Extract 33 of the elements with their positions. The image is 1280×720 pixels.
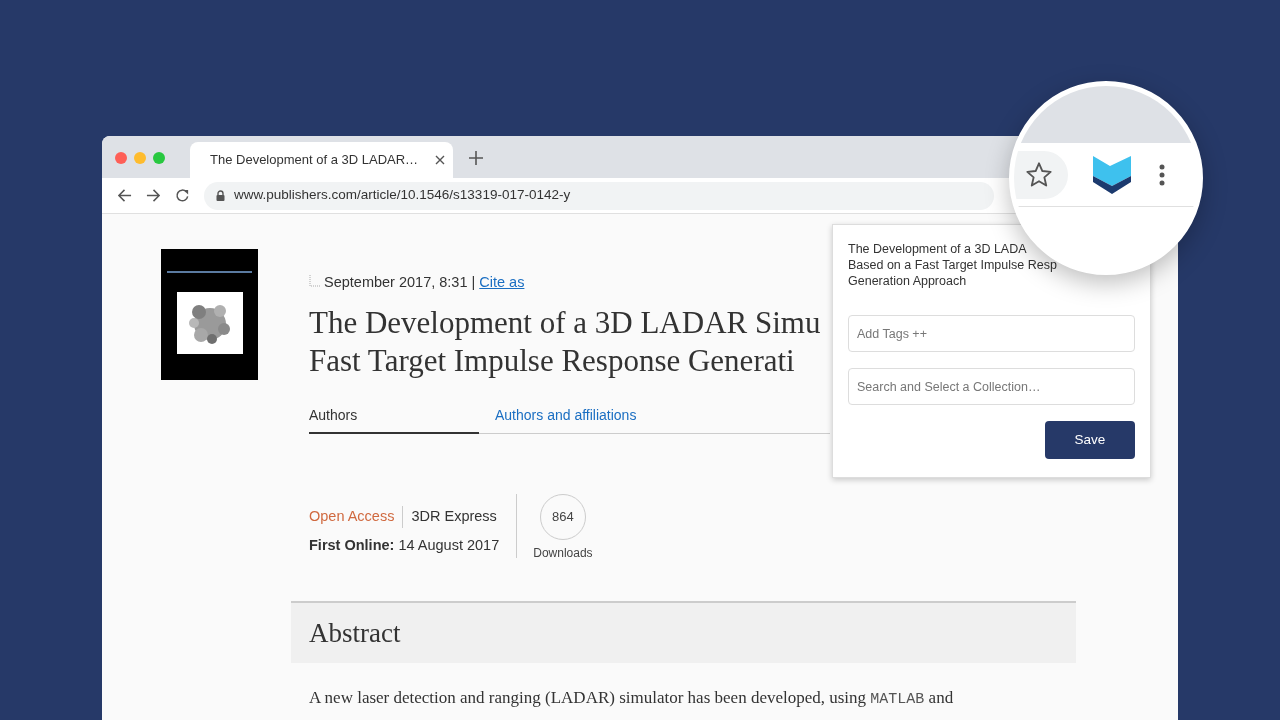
journal-name: 3DR Express [410,506,497,526]
article-title-line: The Development of a 3D LADAR Simu [309,303,821,342]
popup-title-line: The Development of a 3D LADA [848,241,1028,257]
tags-field[interactable]: Add Tags ++ [848,315,1135,352]
lock-icon [216,190,225,201]
back-icon[interactable] [117,188,132,203]
cite-link[interactable]: Cite as [479,272,525,294]
more-icon[interactable] [1159,163,1165,186]
url-text: www.publishers.com/article/10.1546/s13319-017-0142-y [234,186,571,205]
close-icon[interactable] [435,155,445,165]
collection-field[interactable]: Search and Select a Collection… [848,368,1135,405]
corner-icon [309,274,321,287]
browser-tab[interactable]: The Development of a 3D LADAR… [190,142,453,178]
separator: | [471,273,476,292]
downloads-label: Downloads [533,544,593,562]
popup-title-line: Based on a Fast Target Impulse Resp [848,257,1058,273]
save-button[interactable]: Save [1045,421,1135,459]
abstract-heading: Abstract [309,616,401,650]
tab-title: The Development of a 3D LADAR… [210,151,420,170]
tab[interactable]: Authors and affiliations [495,404,637,434]
access-label: Open Access [309,505,404,528]
address-bar[interactable]: www.publishers.com/article/10.1546/s13319-017-0142-y [204,181,994,210]
tab[interactable]: Authors [309,404,479,434]
popup-title-line: Generation Approach [848,273,968,289]
logo-icon[interactable] [1093,155,1131,194]
first-online-text: First Online: 14 August 2017 [309,535,500,555]
abstract-text: A new laser detection and ranging (LADAR) simulator has been developed, using MATLAB and [309,686,955,710]
article-title-line: Fast Target Impulse Response Generati [309,341,795,380]
forward-icon[interactable] [146,188,161,203]
publication-date: September 2017, 8:31 [324,273,468,292]
reload-icon[interactable] [175,188,190,203]
star-icon[interactable] [1025,160,1053,189]
new-tab-icon[interactable] [469,151,483,165]
